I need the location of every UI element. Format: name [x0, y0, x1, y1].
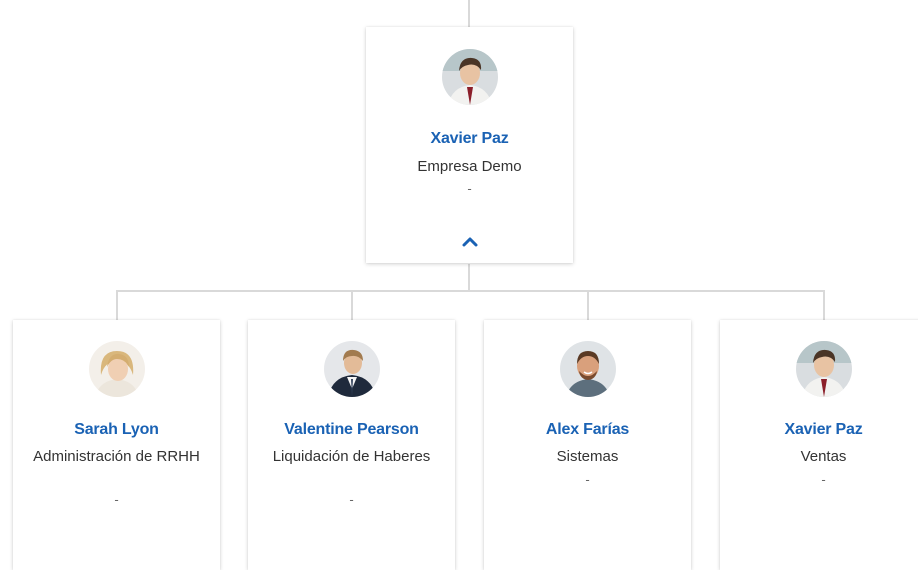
- avatar[interactable]: [795, 341, 852, 397]
- avatar-photo-icon: [795, 341, 852, 397]
- connector-child-3: [587, 290, 589, 320]
- chevron-up-icon: [462, 237, 477, 247]
- connector-child-4: [823, 290, 825, 320]
- avatar-photo-icon: [323, 341, 380, 397]
- avatar-photo-icon: [559, 341, 616, 397]
- employee-department: Empresa Demo: [417, 158, 522, 175]
- org-card-child[interactable]: Alex Farías Sistemas -: [484, 320, 691, 570]
- collapse-button[interactable]: [458, 231, 482, 251]
- employee-extra: -: [467, 181, 472, 196]
- employee-department: Ventas: [800, 448, 847, 465]
- org-card-root[interactable]: Xavier Paz Empresa Demo -: [366, 27, 573, 263]
- employee-extra: -: [349, 492, 354, 507]
- org-card-child[interactable]: Sarah Lyon Administración de RRHH -: [13, 320, 220, 570]
- connector-root-down: [468, 264, 470, 291]
- employee-name[interactable]: Alex Farías: [484, 421, 691, 439]
- employee-department: Liquidación de Haberes: [272, 448, 431, 465]
- employee-name[interactable]: Xavier Paz: [720, 421, 918, 439]
- connector-child-1: [116, 290, 118, 320]
- employee-extra: -: [114, 492, 119, 507]
- connector-horizontal: [116, 290, 825, 292]
- employee-name[interactable]: Valentine Pearson: [248, 421, 455, 439]
- org-card-child[interactable]: Xavier Paz Ventas -: [720, 320, 918, 570]
- connector-child-2: [351, 290, 353, 320]
- connector-top: [468, 0, 470, 27]
- avatar[interactable]: [559, 341, 616, 397]
- employee-department: Sistemas: [556, 448, 619, 465]
- employee-department: Administración de RRHH: [33, 448, 200, 465]
- avatar[interactable]: [441, 49, 498, 105]
- employee-extra: -: [821, 472, 826, 487]
- employee-extra: -: [585, 472, 590, 487]
- employee-name[interactable]: Sarah Lyon: [13, 421, 220, 439]
- avatar[interactable]: [88, 341, 145, 397]
- avatar[interactable]: [323, 341, 380, 397]
- org-card-child[interactable]: Valentine Pearson Liquidación de Haberes…: [248, 320, 455, 570]
- employee-name[interactable]: Xavier Paz: [366, 130, 573, 148]
- avatar-photo-icon: [441, 49, 498, 105]
- avatar-photo-icon: [88, 341, 145, 397]
